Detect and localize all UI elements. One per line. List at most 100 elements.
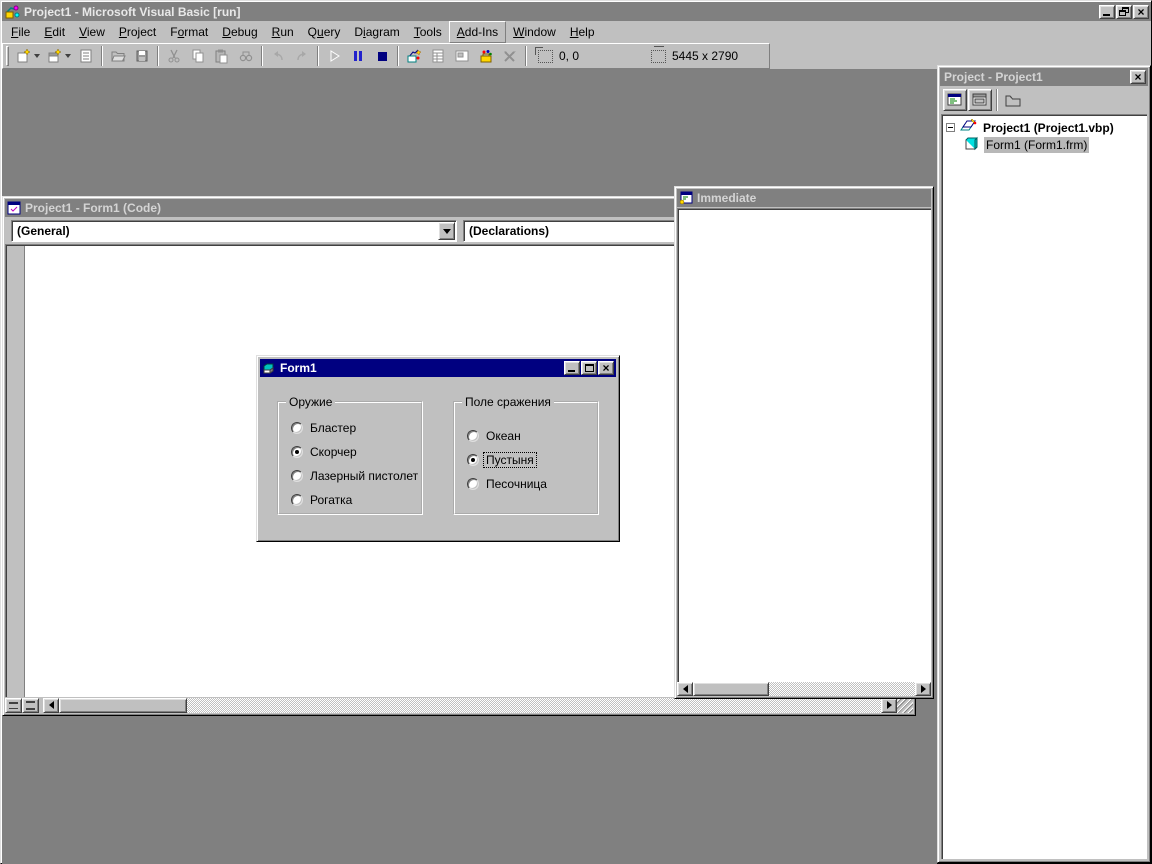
radio-button-checked[interactable] bbox=[467, 454, 479, 466]
project-title: Project - Project1 bbox=[944, 70, 1043, 84]
radio-option-scorcher[interactable]: Скорчер bbox=[291, 445, 359, 459]
redo-button[interactable] bbox=[290, 45, 314, 67]
radio-option-ocean[interactable]: Океан bbox=[467, 429, 523, 443]
form-node-icon bbox=[964, 136, 980, 154]
menu-tools[interactable]: Tools bbox=[407, 22, 449, 42]
close-button[interactable]: × bbox=[1133, 4, 1149, 19]
tree-node-project[interactable]: Project1 (Project1.vbp) bbox=[944, 118, 1145, 136]
form-layout-button[interactable] bbox=[450, 45, 474, 67]
procedure-view-button[interactable] bbox=[5, 697, 22, 713]
form1-close-button[interactable]: × bbox=[598, 361, 614, 375]
form1-window-icon bbox=[262, 361, 276, 375]
radio-label: Рогатка bbox=[310, 493, 353, 507]
menu-edit[interactable]: Edit bbox=[37, 22, 72, 42]
radio-option-blaster[interactable]: Бластер bbox=[291, 421, 358, 435]
immediate-pane[interactable] bbox=[677, 208, 931, 682]
project-toolbar bbox=[940, 87, 1148, 113]
restore-button[interactable] bbox=[1116, 4, 1132, 19]
menu-help[interactable]: Help bbox=[563, 22, 602, 42]
menu-format[interactable]: Format bbox=[163, 22, 215, 42]
radio-option-desert[interactable]: Пустыня bbox=[467, 452, 537, 468]
copy-button[interactable] bbox=[186, 45, 210, 67]
project-explorer-button[interactable] bbox=[402, 45, 426, 67]
form1-window: Form1 × Оружие Бластер Скорчер Лазерный … bbox=[256, 355, 620, 542]
radio-button[interactable] bbox=[291, 470, 303, 482]
vb-ide-window: Project1 - Microsoft Visual Basic [run] … bbox=[0, 0, 1152, 864]
menu-diagram[interactable]: Diagram bbox=[347, 22, 406, 42]
form1-title: Form1 bbox=[280, 361, 317, 375]
paste-button[interactable] bbox=[210, 45, 234, 67]
immediate-window-icon bbox=[679, 191, 693, 205]
menu-window[interactable]: Window bbox=[506, 22, 563, 42]
add-form-button[interactable] bbox=[43, 45, 67, 67]
toolbar-grab-handle[interactable] bbox=[6, 46, 9, 66]
project-node-label[interactable]: Project1 (Project1.vbp) bbox=[981, 120, 1116, 136]
find-button[interactable] bbox=[234, 45, 258, 67]
menu-run[interactable]: Run bbox=[265, 22, 301, 42]
project-tree: Project1 (Project1.vbp) Form1 (Form1.frm… bbox=[941, 114, 1147, 859]
project-titlebar[interactable]: Project - Project1 × bbox=[940, 68, 1148, 86]
toolbar-separator bbox=[996, 89, 998, 111]
minimize-button[interactable] bbox=[1099, 4, 1115, 19]
hscroll-thumb[interactable] bbox=[59, 697, 187, 713]
radio-option-laser-pistol[interactable]: Лазерный пистолет bbox=[291, 469, 420, 483]
form-node-label[interactable]: Form1 (Form1.frm) bbox=[984, 136, 1090, 153]
immediate-hscroll-thumb[interactable] bbox=[693, 682, 769, 696]
tree-node-form[interactable]: Form1 (Form1.frm) bbox=[944, 136, 1145, 153]
radio-option-sandbox[interactable]: Песочница bbox=[467, 477, 549, 491]
immediate-titlebar[interactable]: Immediate bbox=[677, 189, 931, 207]
menu-query[interactable]: Query bbox=[301, 22, 348, 42]
project-close-button[interactable]: × bbox=[1130, 70, 1146, 84]
immediate-hscroll-right-arrow[interactable] bbox=[915, 682, 931, 696]
add-project-button[interactable] bbox=[12, 45, 36, 67]
add-project-dropdown-icon[interactable] bbox=[34, 54, 40, 58]
view-code-button[interactable] bbox=[943, 89, 967, 111]
menu-add-ins[interactable]: Add-Ins bbox=[448, 21, 507, 43]
menu-file[interactable]: File bbox=[4, 22, 37, 42]
toolbar-separator bbox=[525, 46, 527, 66]
code-window-title: Project1 - Form1 (Code) bbox=[25, 201, 162, 215]
form1-maximize-button[interactable] bbox=[581, 361, 597, 375]
collapse-icon[interactable] bbox=[946, 123, 955, 132]
undo-button[interactable] bbox=[266, 45, 290, 67]
radio-label: Песочница bbox=[486, 477, 547, 491]
break-button[interactable] bbox=[346, 45, 370, 67]
menu-project[interactable]: Project bbox=[112, 22, 163, 42]
properties-window-button[interactable] bbox=[426, 45, 450, 67]
main-titlebar[interactable]: Project1 - Microsoft Visual Basic [run] … bbox=[2, 2, 1151, 21]
cut-button[interactable] bbox=[162, 45, 186, 67]
resize-grip[interactable] bbox=[897, 697, 913, 713]
save-project-button[interactable] bbox=[130, 45, 154, 67]
immediate-window: Immediate bbox=[674, 186, 934, 699]
radio-button[interactable] bbox=[467, 478, 479, 490]
menu-debug[interactable]: Debug bbox=[215, 22, 264, 42]
menu-view[interactable]: View bbox=[72, 22, 112, 42]
object-combo-dropdown-icon[interactable] bbox=[438, 222, 455, 240]
radio-option-slingshot[interactable]: Рогатка bbox=[291, 493, 354, 507]
end-button[interactable] bbox=[370, 45, 394, 67]
form1-titlebar[interactable]: Form1 × bbox=[260, 359, 616, 377]
hscroll-right-arrow[interactable] bbox=[881, 697, 897, 713]
radio-button-checked[interactable] bbox=[291, 446, 303, 458]
object-combo[interactable]: (General) bbox=[11, 220, 457, 242]
full-module-view-button[interactable] bbox=[22, 697, 39, 713]
toggle-folders-button[interactable] bbox=[1001, 89, 1025, 111]
hscroll-track[interactable] bbox=[187, 697, 881, 713]
object-browser-button[interactable] bbox=[498, 45, 522, 67]
radio-button[interactable] bbox=[291, 494, 303, 506]
battlefield-groupbox: Поле сражения Океан Пустыня Песочница bbox=[453, 395, 599, 515]
toolbox-button[interactable] bbox=[474, 45, 498, 67]
immediate-hscroll-left-arrow[interactable] bbox=[677, 682, 693, 696]
add-form-dropdown-icon[interactable] bbox=[65, 54, 71, 58]
menu-editor-button[interactable] bbox=[74, 45, 98, 67]
view-object-button[interactable] bbox=[968, 89, 992, 111]
radio-button[interactable] bbox=[291, 422, 303, 434]
weapon-groupbox: Оружие Бластер Скорчер Лазерный пистолет… bbox=[277, 395, 423, 515]
radio-button[interactable] bbox=[467, 430, 479, 442]
start-button[interactable] bbox=[322, 45, 346, 67]
form1-minimize-button[interactable] bbox=[564, 361, 580, 375]
hscroll-left-arrow[interactable] bbox=[43, 697, 59, 713]
radio-label: Скорчер bbox=[310, 445, 357, 459]
open-project-button[interactable] bbox=[106, 45, 130, 67]
immediate-hscroll-track[interactable] bbox=[769, 682, 915, 696]
